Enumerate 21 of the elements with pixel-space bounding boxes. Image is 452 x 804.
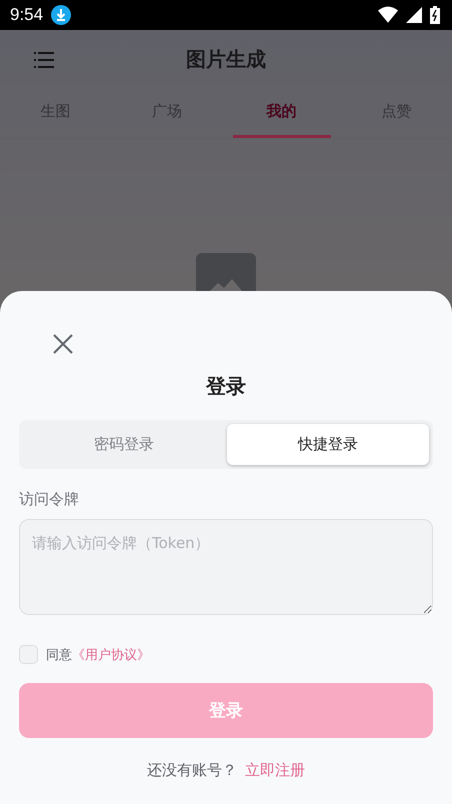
sheet-title: 登录 [204,373,247,400]
agree-text: 同意 [46,646,72,664]
register-link[interactable]: 立即注册 [245,761,305,780]
signal-icon [406,6,422,24]
app-title: 图片生成 [186,46,266,72]
close-icon[interactable] [52,333,74,355]
field-label: 访问令牌 [19,490,80,509]
agree-checkbox[interactable] [19,645,38,664]
login-button[interactable]: 登录 [19,683,433,738]
wifi-icon [378,6,398,24]
user-agreement-link[interactable]: 《用户协议》 [72,646,150,664]
nav-tab[interactable]: 我的 [232,88,331,138]
no-account-text: 还没有账号？ [147,761,237,780]
menu-icon[interactable] [34,52,54,68]
image-placeholder-icon [196,253,256,291]
battery-icon [430,6,440,24]
login-mode-tab[interactable]: 密码登录 [23,424,225,465]
status-time: 9:54 [10,5,44,25]
login-mode-tab[interactable]: 快捷登录 [227,424,429,465]
download-icon [51,5,72,25]
token-field[interactable]: 请输入访问令牌（Token） [19,519,433,615]
